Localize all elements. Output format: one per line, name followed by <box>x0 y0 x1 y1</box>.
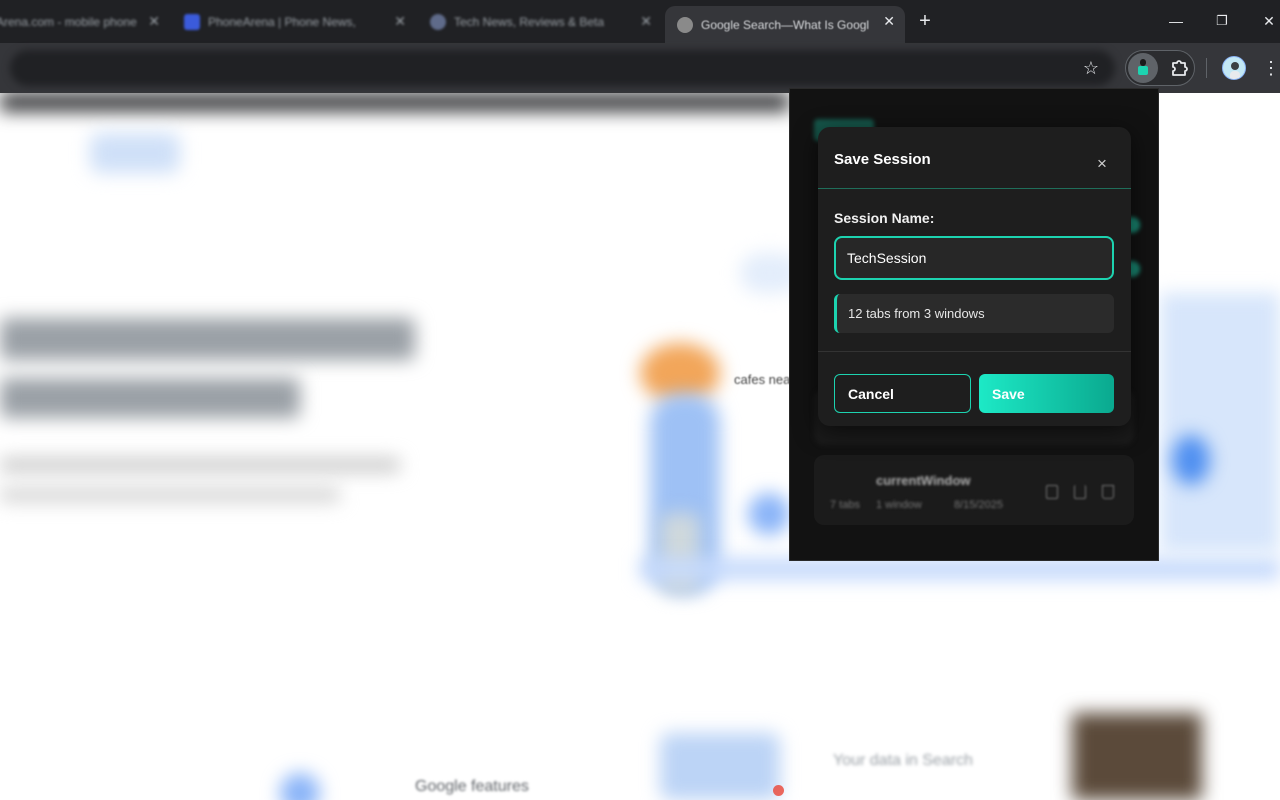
bookmark-star-icon[interactable]: ☆ <box>1080 57 1102 79</box>
browser-tab-active[interactable]: Google Search—What Is Googl ✕ <box>665 6 905 43</box>
features-heading: Google features <box>415 778 529 795</box>
favicon-icon <box>184 13 200 30</box>
save-button[interactable]: Save <box>979 374 1114 413</box>
maximize-button[interactable]: ❐ <box>1210 10 1234 32</box>
tab-strip: Arena.com - mobile phone ✕ PhoneArena | … <box>0 0 1280 43</box>
tab-title: Google Search—What Is Googl <box>701 17 870 32</box>
favicon-icon <box>677 16 693 33</box>
illustration-figure <box>660 513 700 593</box>
feature-image <box>660 733 780 800</box>
browser-menu-icon[interactable]: ⋮ <box>1262 56 1280 80</box>
browser-tab[interactable]: Tech News, Reviews & Betas | ✕ <box>418 0 662 43</box>
data-heading: Your data in Search <box>833 752 973 769</box>
session-card-windows: 1 window <box>876 499 922 511</box>
session-name-label: Session Name: <box>834 210 935 226</box>
tab-title: PhoneArena | Phone News, Re <box>208 14 358 29</box>
trash-icon[interactable] <box>1102 485 1114 499</box>
toolbar-divider <box>1206 58 1207 78</box>
session-card-tabs: 7 tabs <box>830 499 860 511</box>
minimize-button[interactable]: — <box>1164 10 1188 32</box>
new-tab-button[interactable]: + <box>915 10 935 32</box>
close-window-button[interactable]: ✕ <box>1257 10 1280 32</box>
search-bubble-text: cafes nea <box>734 372 791 387</box>
tab-close-icon[interactable]: ✕ <box>640 13 652 30</box>
download-icon[interactable] <box>1074 485 1086 499</box>
hero-paragraph-line <box>0 458 400 472</box>
browser-tab[interactable]: Arena.com - mobile phone ✕ <box>0 0 170 43</box>
cancel-button[interactable]: Cancel <box>834 374 971 413</box>
page-nav-pill <box>90 133 180 173</box>
modal-title: Save Session <box>834 151 931 168</box>
session-info-box: 12 tabs from 3 windows <box>834 294 1114 333</box>
illustration-building <box>1160 293 1280 553</box>
puzzle-icon[interactable] <box>1168 57 1190 79</box>
feature-icon <box>280 773 320 800</box>
tab-close-icon[interactable]: ✕ <box>883 13 895 30</box>
illustration-ground <box>640 558 1280 580</box>
tab-title: Arena.com - mobile phone <box>0 14 137 29</box>
tab-close-icon[interactable]: ✕ <box>394 13 406 30</box>
close-icon[interactable]: × <box>1092 153 1112 175</box>
profile-avatar[interactable] <box>1222 56 1246 80</box>
copy-icon[interactable] <box>1046 485 1058 499</box>
modal-divider <box>818 351 1131 352</box>
hero-heading-line <box>0 378 300 418</box>
session-name-input[interactable] <box>834 236 1114 280</box>
modal-divider <box>818 188 1131 189</box>
tab-close-icon[interactable]: ✕ <box>148 13 160 30</box>
illustration-shape <box>748 493 790 535</box>
illustration-pin <box>1172 435 1210 485</box>
page-shadow <box>0 93 790 111</box>
session-card-title: currentWindow <box>876 473 971 488</box>
hero-paragraph-line <box>0 488 340 502</box>
session-card-date: 8/15/2025 <box>954 499 1003 511</box>
hero-heading-line <box>0 318 415 360</box>
address-bar[interactable] <box>10 50 1115 86</box>
favicon-icon <box>430 13 446 30</box>
extension-icon <box>1138 59 1148 75</box>
tab-title: Tech News, Reviews & Betas | <box>454 14 604 29</box>
save-session-modal: Save Session × Session Name: 12 tabs fro… <box>818 127 1131 426</box>
webcam-overlay <box>1072 713 1202 800</box>
session-card[interactable]: currentWindow 7 tabs 1 window 8/15/2025 <box>814 455 1134 525</box>
close-badge-icon[interactable] <box>773 785 784 796</box>
browser-tab[interactable]: PhoneArena | Phone News, Re ✕ <box>172 0 416 43</box>
